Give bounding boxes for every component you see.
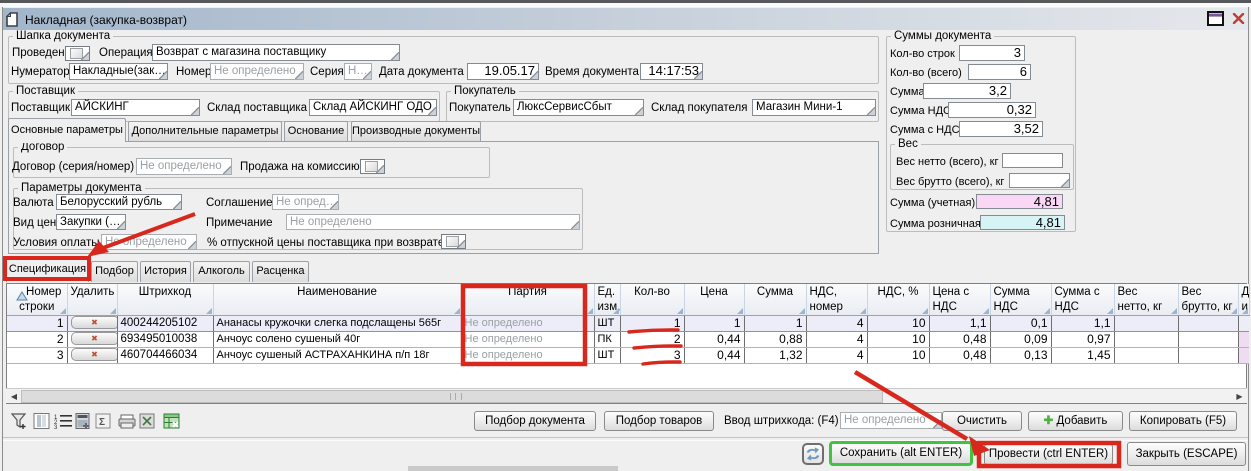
svg-text:Σ: Σ <box>99 417 105 428</box>
svg-text:3: 3 <box>54 425 58 430</box>
